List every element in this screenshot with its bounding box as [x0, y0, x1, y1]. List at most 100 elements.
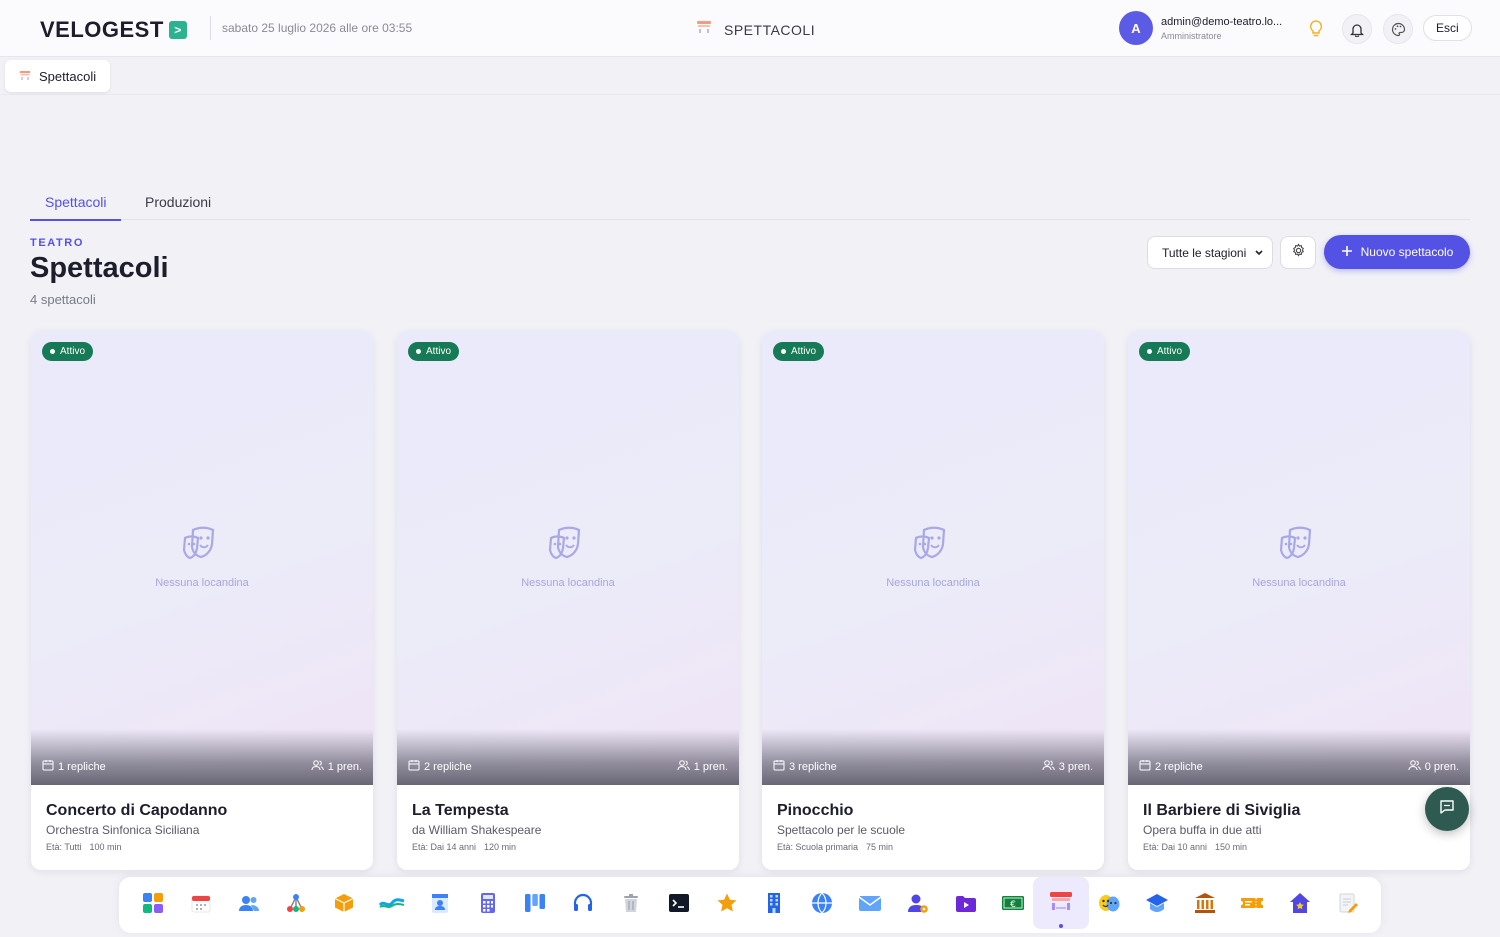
bookings-count: 1 pren.	[677, 759, 728, 774]
show-age: Età: Tutti	[46, 842, 82, 852]
poster-placeholder[interactable]: Attivo Nessuna locandina 3 repliche 3 pr…	[762, 331, 1104, 785]
poster-gradient	[31, 729, 373, 785]
theater-masks-icon	[545, 524, 589, 571]
settings-button[interactable]	[1280, 236, 1316, 269]
dock-app-home[interactable]	[1285, 890, 1315, 920]
dock-app-users[interactable]	[234, 890, 264, 920]
dock-app-kanban[interactable]	[520, 890, 550, 920]
show-title[interactable]: Pinocchio	[777, 802, 853, 820]
section-tabs: Spettacoli Produzioni	[30, 186, 1470, 221]
avatar[interactable]: A	[1119, 11, 1153, 45]
package-icon	[333, 892, 355, 919]
dock-app-package[interactable]	[329, 890, 359, 920]
school-icon	[1145, 892, 1169, 919]
headset-icon	[572, 892, 594, 919]
tab-produzioni[interactable]: Produzioni	[130, 194, 226, 219]
dashboard-grid-icon	[142, 892, 164, 919]
theater-stage-icon	[1049, 890, 1073, 917]
trash-icon	[620, 892, 642, 919]
users-icon	[1042, 759, 1055, 774]
mail-icon	[858, 892, 882, 919]
card-stats: 3 repliche 3 pren.	[773, 759, 1093, 775]
repliche-count: 2 repliche	[1139, 759, 1203, 774]
tab-spettacoli[interactable]: Spettacoli	[30, 194, 122, 221]
status-badge: Attivo	[1139, 342, 1191, 361]
poster-placeholder[interactable]: Attivo Nessuna locandina 2 repliche 0 pr…	[1128, 331, 1470, 785]
show-subtitle: da William Shakespeare	[412, 823, 542, 837]
users-icon	[238, 892, 260, 919]
user-settings-icon	[907, 892, 929, 919]
theater-masks-icon	[910, 524, 954, 571]
gear-icon	[1291, 242, 1306, 263]
poster-gradient	[762, 729, 1104, 785]
dock-app-trash[interactable]	[616, 890, 646, 920]
dock-app-calendar[interactable]	[186, 890, 216, 920]
lightbulb-icon[interactable]	[1301, 14, 1331, 44]
dock-app-edit-note[interactable]	[1333, 890, 1363, 920]
dock-app-wave[interactable]	[377, 890, 407, 920]
dock-app-building[interactable]	[759, 890, 789, 920]
dock-app-dashboard-grid[interactable]	[138, 890, 168, 920]
dock-app-network[interactable]	[281, 890, 311, 920]
dock-app-calculator[interactable]	[473, 890, 503, 920]
app-dock: €	[119, 877, 1381, 933]
dock-app-money[interactable]: €	[998, 890, 1028, 920]
page-title: Spettacoli	[30, 252, 169, 284]
contact-card-icon	[429, 892, 451, 919]
page-heading-text: SPETTACOLI	[724, 21, 816, 38]
brand-badge: >	[168, 21, 187, 39]
show-card[interactable]: Attivo Nessuna locandina 1 repliche 1 pr…	[31, 331, 373, 870]
dock-app-theater-masks[interactable]	[1094, 890, 1124, 920]
bell-icon[interactable]	[1342, 14, 1372, 44]
brand-logo[interactable]: VELOGEST >	[40, 17, 187, 43]
logout-button[interactable]: Esci	[1423, 15, 1472, 41]
open-tabs-strip: Spettacoli	[0, 57, 1500, 95]
ticket-icon	[1240, 892, 1264, 919]
show-age: Età: Dai 10 anni	[1143, 842, 1208, 852]
dock-app-video-folder[interactable]	[951, 890, 981, 920]
bookings-count: 0 pren.	[1408, 759, 1459, 774]
poster-placeholder[interactable]: Attivo Nessuna locandina 1 repliche 1 pr…	[31, 331, 373, 785]
poster-placeholder[interactable]: Attivo Nessuna locandina 2 repliche 1 pr…	[397, 331, 739, 785]
user-info: admin@demo-teatro.lo... Amministratore	[1161, 16, 1296, 41]
show-title[interactable]: Concerto di Capodanno	[46, 802, 227, 820]
repliche-count: 3 repliche	[773, 759, 837, 774]
calendar-icon	[190, 892, 212, 919]
dock-app-bank[interactable]	[1190, 890, 1220, 920]
repliche-label: 1 repliche	[58, 760, 106, 773]
show-duration: 75 min	[866, 842, 894, 852]
show-card[interactable]: Attivo Nessuna locandina 3 repliche 3 pr…	[762, 331, 1104, 870]
show-title[interactable]: Il Barbiere di Siviglia	[1143, 802, 1300, 820]
dock-app-contact-card[interactable]	[425, 890, 455, 920]
show-age: Età: Dai 14 anni	[412, 842, 477, 852]
chevron-down-icon	[1254, 246, 1264, 263]
dock-app-theater-stage[interactable]	[1033, 877, 1090, 929]
dock-app-globe[interactable]	[807, 890, 837, 920]
dock-app-mail[interactable]	[855, 890, 885, 920]
new-show-button[interactable]: Nuovo spettacolo	[1324, 235, 1470, 269]
user-menu[interactable]: A admin@demo-teatro.lo... Amministratore	[1119, 11, 1296, 45]
dock-app-terminal[interactable]	[664, 890, 694, 920]
show-title[interactable]: La Tempesta	[412, 802, 509, 820]
dock-app-user-settings[interactable]	[903, 890, 933, 920]
dock-app-headset[interactable]	[568, 890, 598, 920]
repliche-count: 1 repliche	[42, 759, 106, 774]
calendar-icon	[42, 759, 54, 774]
season-select[interactable]: Tutte le stagioni	[1147, 236, 1273, 269]
show-card[interactable]: Attivo Nessuna locandina 2 repliche 0 pr…	[1128, 331, 1470, 870]
svg-text:€: €	[1011, 900, 1017, 910]
show-subtitle: Spettacolo per le scuole	[777, 823, 906, 837]
dock-app-ticket[interactable]	[1237, 890, 1267, 920]
chat-button[interactable]	[1425, 787, 1469, 831]
palette-icon[interactable]	[1383, 14, 1413, 44]
show-card[interactable]: Attivo Nessuna locandina 2 repliche 1 pr…	[397, 331, 739, 870]
bookings-label: 3 pren.	[1058, 760, 1093, 773]
status-label: Attivo	[426, 346, 452, 357]
card-stats: 2 repliche 1 pren.	[408, 759, 728, 775]
dock-app-school[interactable]	[1142, 890, 1172, 920]
show-subtitle: Orchestra Sinfonica Siciliana	[46, 823, 200, 837]
dock-app-star[interactable]	[712, 890, 742, 920]
terminal-icon	[668, 892, 690, 919]
status-badge: Attivo	[408, 342, 460, 361]
open-tab-spettacoli[interactable]: Spettacoli	[5, 60, 111, 92]
